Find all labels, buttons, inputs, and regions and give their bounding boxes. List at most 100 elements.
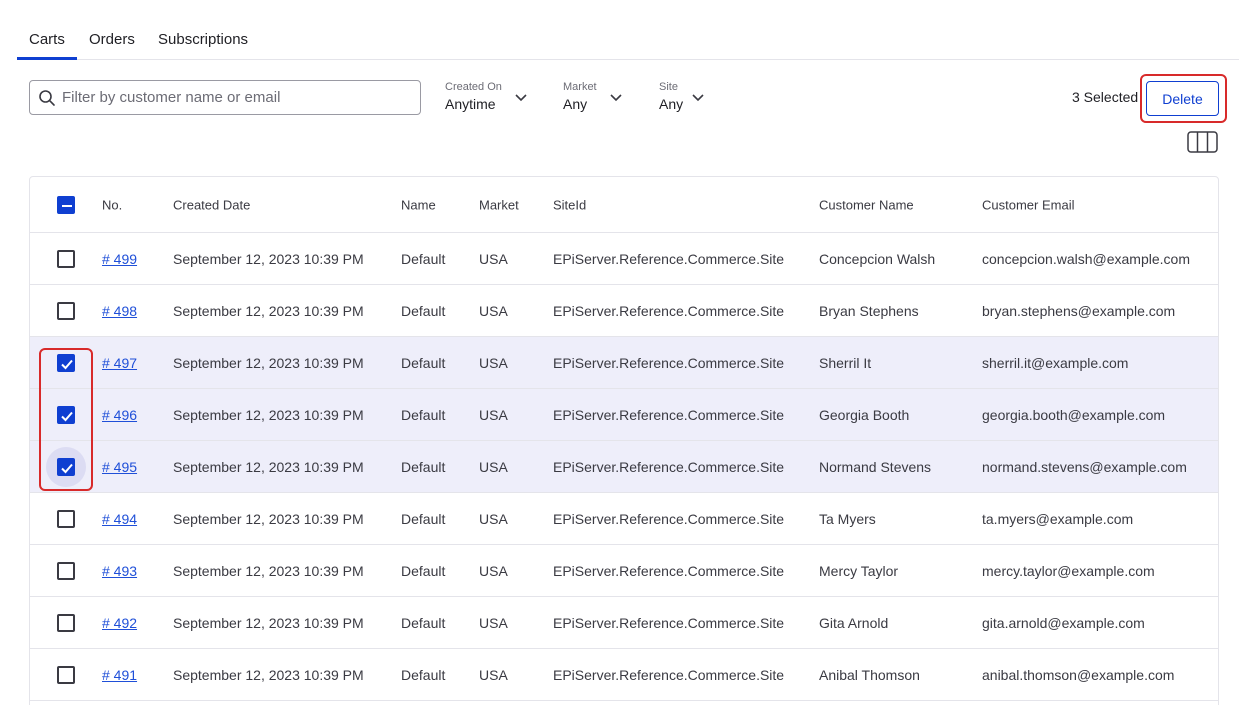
customer-email: mercy.taylor@example.com	[982, 562, 1155, 579]
created-on-label: Created On	[445, 81, 502, 93]
row-checkbox[interactable]	[57, 665, 75, 684]
row-checkbox[interactable]	[57, 613, 75, 632]
cart-number-link[interactable]: # 497	[102, 355, 137, 371]
cart-name: Default	[401, 250, 446, 267]
table-row[interactable]: # 496 September 12, 2023 10:39 PM Default U…	[30, 389, 1218, 441]
cart-number-link[interactable]: # 496	[102, 407, 137, 423]
column-header-siteid[interactable]: SiteId	[553, 197, 586, 212]
row-checkbox[interactable]	[57, 457, 75, 476]
tab-subscriptions[interactable]: Subscriptions	[158, 31, 248, 48]
tab-bar: Carts Orders Subscriptions	[17, 0, 1239, 60]
cart-name: Default	[401, 614, 446, 631]
site-id: EPiServer.Reference.Commerce.Site	[553, 510, 785, 527]
customer-name: Concepcion Walsh	[819, 250, 936, 267]
cart-name: Default	[401, 302, 446, 319]
customer-name: Normand Stevens	[819, 458, 932, 475]
cart-number-cell[interactable]: # 499	[102, 251, 137, 267]
tab-carts[interactable]: Carts	[29, 31, 65, 48]
columns-icon[interactable]	[1187, 131, 1218, 153]
table-row[interactable]: # 497 September 12, 2023 10:39 PM Default U…	[30, 337, 1218, 389]
cart-number-link[interactable]: # 493	[102, 563, 137, 579]
column-header-market[interactable]: Market	[479, 197, 519, 212]
column-header-name[interactable]: Name	[401, 197, 436, 212]
row-checkbox[interactable]	[57, 405, 75, 424]
table-row[interactable]: # 499 September 12, 2023 10:39 PM Default U…	[30, 233, 1218, 285]
table-row[interactable]: # 494 September 12, 2023 10:39 PM Default U…	[30, 493, 1218, 545]
cart-number-link[interactable]: # 492	[102, 615, 137, 631]
created-on-filter[interactable]: Created On Anytime	[445, 81, 530, 112]
row-checkbox[interactable]	[57, 561, 75, 580]
active-tab-indicator	[17, 57, 77, 60]
chevron-down-icon	[515, 94, 527, 102]
cart-number-link[interactable]: # 491	[102, 667, 137, 683]
customer-name: Gita Arnold	[819, 614, 889, 631]
market: USA	[479, 666, 508, 683]
chevron-down-icon	[692, 94, 704, 102]
delete-highlight: Delete	[1140, 74, 1227, 123]
column-header-created-date[interactable]: Created Date	[173, 197, 250, 212]
cart-number-cell[interactable]: # 496	[102, 407, 137, 423]
cart-number-cell[interactable]: # 492	[102, 615, 137, 631]
row-checkbox[interactable]	[57, 249, 75, 268]
cart-number-link[interactable]: # 495	[102, 459, 137, 475]
cart-number-link[interactable]: # 498	[102, 303, 137, 319]
customer-email: bryan.stephens@example.com	[982, 302, 1176, 319]
cart-number-cell[interactable]: # 494	[102, 511, 137, 527]
cart-name: Default	[401, 354, 446, 371]
cart-number-cell[interactable]: # 493	[102, 563, 137, 579]
search-input[interactable]	[62, 81, 412, 114]
cart-number-link[interactable]: # 499	[102, 251, 137, 267]
customer-name: Sherril It	[819, 354, 872, 371]
column-header-customer-email[interactable]: Customer Email	[982, 197, 1074, 212]
row-checkbox[interactable]	[57, 509, 75, 528]
table-row[interactable]: # 495 September 12, 2023 10:39 PM Default U…	[30, 441, 1218, 493]
column-header-no[interactable]: No.	[102, 197, 122, 212]
selected-count: 3 Selected	[1072, 89, 1139, 105]
customer-email: normand.stevens@example.com	[982, 458, 1187, 475]
customer-email: concepcion.walsh@example.com	[982, 250, 1190, 267]
checkmark-icon	[61, 411, 73, 421]
site-id: EPiServer.Reference.Commerce.Site	[553, 406, 785, 423]
row-checkbox[interactable]	[57, 301, 75, 320]
customer-email: gita.arnold@example.com	[982, 614, 1145, 631]
tab-orders[interactable]: Orders	[89, 31, 135, 48]
table-row[interactable]: # 493 September 12, 2023 10:39 PM Default U…	[30, 545, 1218, 597]
table-row[interactable]: # 498 September 12, 2023 10:39 PM Default U…	[30, 285, 1218, 337]
site-id: EPiServer.Reference.Commerce.Site	[553, 250, 785, 267]
cart-number-cell[interactable]: # 498	[102, 303, 137, 319]
site-id: EPiServer.Reference.Commerce.Site	[553, 666, 785, 683]
site-filter[interactable]: Site Any	[659, 81, 709, 112]
search-box	[29, 80, 421, 115]
checkmark-icon	[61, 463, 73, 473]
table-row[interactable]: # 491 September 12, 2023 10:39 PM Default U…	[30, 649, 1218, 701]
created-date: September 12, 2023 10:39 PM	[173, 510, 364, 527]
market: USA	[479, 510, 508, 527]
cart-number-cell[interactable]: # 497	[102, 355, 137, 371]
chevron-down-icon	[610, 94, 622, 102]
site-id: EPiServer.Reference.Commerce.Site	[553, 614, 785, 631]
customer-name: Ta Myers	[819, 510, 876, 527]
table-row[interactable]: # 492 September 12, 2023 10:39 PM Default U…	[30, 597, 1218, 649]
site-id: EPiServer.Reference.Commerce.Site	[553, 562, 785, 579]
site-id: EPiServer.Reference.Commerce.Site	[553, 302, 785, 319]
created-date: September 12, 2023 10:39 PM	[173, 562, 364, 579]
market-filter[interactable]: Market Any	[563, 81, 623, 112]
market-label: Market	[563, 81, 597, 93]
customer-name: Mercy Taylor	[819, 562, 899, 579]
checkmark-icon	[61, 359, 73, 369]
customer-name: Georgia Booth	[819, 406, 910, 423]
delete-button[interactable]: Delete	[1146, 81, 1219, 116]
customer-email: georgia.booth@example.com	[982, 406, 1166, 423]
created-date: September 12, 2023 10:39 PM	[173, 614, 364, 631]
market: USA	[479, 250, 508, 267]
cart-number-cell[interactable]: # 491	[102, 667, 137, 683]
market: USA	[479, 354, 508, 371]
cart-name: Default	[401, 406, 446, 423]
cart-number-cell[interactable]: # 495	[102, 459, 137, 475]
market: USA	[479, 458, 508, 475]
cart-number-link[interactable]: # 494	[102, 511, 137, 527]
row-checkbox[interactable]	[57, 353, 75, 372]
market: USA	[479, 614, 508, 631]
column-header-customer-name[interactable]: Customer Name	[819, 197, 914, 212]
select-all-checkbox[interactable]	[57, 195, 75, 214]
